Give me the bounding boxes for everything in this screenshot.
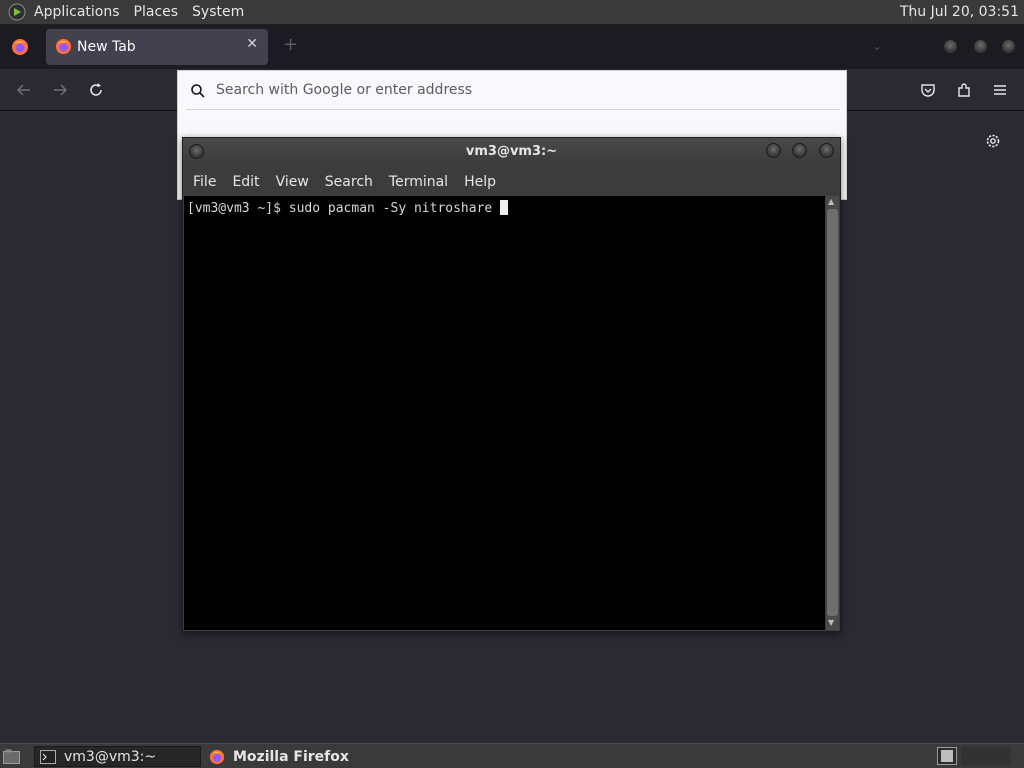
terminal-menu-bar: File Edit View Search Terminal Help	[183, 168, 840, 195]
system-menu[interactable]: System	[192, 4, 244, 20]
firefox-tab-bar: New Tab ✕ + ⌄	[0, 25, 1024, 69]
tab-new-tab[interactable]: New Tab ✕	[46, 29, 268, 65]
typed-command: sudo pacman -Sy nitroshare	[288, 201, 501, 216]
menu-search[interactable]: Search	[325, 174, 373, 190]
maximize-button[interactable]	[973, 39, 988, 54]
terminal-title: vm3@vm3:~	[465, 144, 558, 159]
minimize-button[interactable]	[943, 39, 958, 54]
menu-edit[interactable]: Edit	[232, 174, 259, 190]
forward-icon[interactable]	[51, 81, 69, 99]
text-cursor	[500, 200, 509, 215]
firefox-view-icon[interactable]	[11, 38, 29, 56]
close-window-button[interactable]	[1001, 39, 1016, 54]
clock[interactable]: Thu Jul 20, 03:51	[900, 4, 1019, 20]
terminal-window[interactable]: vm3@vm3:~ File Edit View Search Terminal…	[182, 137, 841, 632]
extensions-icon[interactable]	[955, 81, 973, 99]
terminal-title-bar[interactable]: vm3@vm3:~	[183, 138, 840, 166]
terminal-scrollbar[interactable]: ▲ ▼	[826, 196, 839, 630]
firefox-icon	[55, 38, 72, 55]
menu-terminal[interactable]: Terminal	[389, 174, 448, 190]
search-icon	[191, 84, 205, 98]
list-all-tabs-icon[interactable]: ⌄	[872, 39, 882, 53]
close-tab-icon[interactable]: ✕	[246, 36, 258, 52]
command-line: [vm3@vm3 ~]$ sudo pacman -Sy nitroshare	[187, 200, 509, 216]
menu-view[interactable]: View	[276, 174, 309, 190]
gear-icon[interactable]	[984, 132, 1002, 150]
applications-menu[interactable]: Applications	[34, 4, 120, 20]
pocket-icon[interactable]	[919, 81, 937, 99]
taskbar-item-label: Mozilla Firefox	[233, 748, 349, 765]
scroll-down-icon[interactable]: ▼	[828, 618, 834, 627]
menu-help[interactable]: Help	[464, 174, 496, 190]
back-icon[interactable]	[15, 81, 33, 99]
taskbar-item-firefox[interactable]: Mozilla Firefox	[204, 746, 384, 767]
terminal-minimize-button[interactable]	[766, 143, 781, 158]
taskbar-item-label: vm3@vm3:~	[64, 748, 157, 765]
taskbar-item-terminal[interactable]: vm3@vm3:~	[34, 746, 201, 767]
tab-label: New Tab	[77, 39, 136, 55]
scrollbar-thumb[interactable]	[827, 209, 838, 616]
workspace-1[interactable]	[937, 747, 957, 765]
distro-logo-icon[interactable]	[8, 3, 26, 21]
firefox-icon	[209, 749, 225, 764]
reload-icon[interactable]	[87, 81, 105, 99]
terminal-close-button[interactable]	[819, 143, 834, 158]
terminal-icon	[40, 749, 56, 764]
show-desktop-icon[interactable]	[3, 749, 20, 764]
workspace-2[interactable]	[961, 747, 1011, 765]
hamburger-menu-icon[interactable]	[991, 81, 1009, 99]
terminal-screen[interactable]: [vm3@vm3 ~]$ sudo pacman -Sy nitroshare	[184, 196, 825, 630]
terminal-maximize-button[interactable]	[792, 143, 807, 158]
workspace-window-preview	[941, 750, 953, 762]
new-tab-button[interactable]: +	[283, 34, 298, 55]
bottom-panel: vm3@vm3:~ Mozilla Firefox	[0, 743, 1024, 768]
shell-prompt: [vm3@vm3 ~]$	[187, 201, 289, 216]
divider	[186, 109, 840, 110]
url-input[interactable]: Search with Google or enter address	[216, 82, 472, 98]
scroll-up-icon[interactable]: ▲	[828, 197, 834, 206]
top-panel: Applications Places System Thu Jul 20, 0…	[0, 0, 1024, 25]
menu-file[interactable]: File	[193, 174, 216, 190]
places-menu[interactable]: Places	[134, 4, 179, 20]
